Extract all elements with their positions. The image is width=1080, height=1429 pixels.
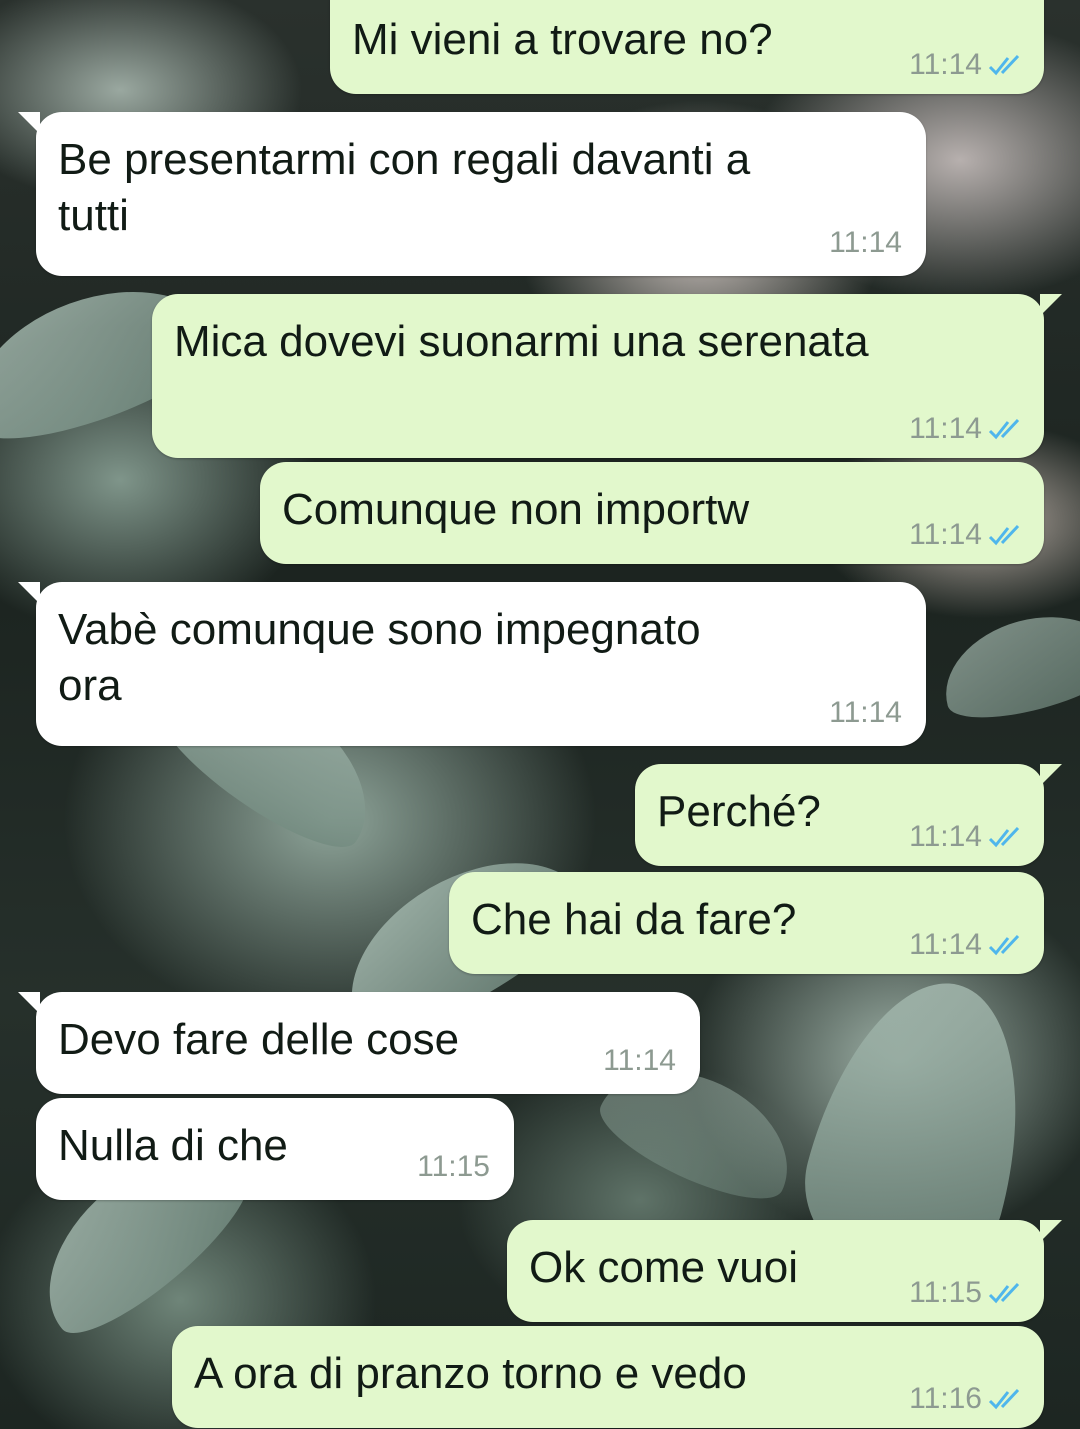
message-time: 11:14 [829, 226, 902, 259]
double-check-icon [988, 1388, 1020, 1410]
message-bubble-incoming[interactable]: Be presentarmi con regali davanti a tutt… [18, 112, 926, 276]
message-meta: 11:14 [909, 412, 1026, 446]
message-meta: 11:14 [909, 518, 1026, 552]
message-bubble-outgoing[interactable]: Comunque non importw 11:14 [260, 462, 1044, 564]
double-check-icon [988, 54, 1020, 76]
message-time: 11:14 [909, 412, 982, 445]
message-meta: 11:14 [909, 48, 1026, 82]
message-text: Vabè comunque sono impegnato ora [58, 605, 701, 710]
double-check-icon [988, 418, 1020, 440]
message-time: 11:16 [909, 1382, 982, 1415]
message-time: 11:14 [909, 820, 982, 853]
message-bubble-outgoing[interactable]: Mi vieni a trovare no? 11:14 [330, 0, 1044, 94]
double-check-icon [988, 826, 1020, 848]
message-text: Ok come vuoi [529, 1243, 798, 1292]
message-bubble-outgoing[interactable]: A ora di pranzo torno e vedo 11:16 [172, 1326, 1044, 1428]
message-time: 11:15 [417, 1150, 490, 1183]
message-meta: 11:14 [909, 928, 1026, 962]
message-meta: 11:16 [909, 1382, 1026, 1416]
double-check-icon [988, 524, 1020, 546]
message-meta: 11:14 [603, 1044, 676, 1078]
message-text: Mica dovevi suonarmi una serenata [174, 317, 869, 366]
message-bubble-incoming[interactable]: Nulla di che 11:15 [36, 1098, 514, 1200]
message-time: 11:14 [603, 1044, 676, 1077]
message-bubble-incoming[interactable]: Vabè comunque sono impegnato ora 11:14 [18, 582, 926, 746]
message-time: 11:14 [829, 696, 902, 729]
message-time: 11:14 [909, 48, 982, 81]
message-time: 11:15 [909, 1276, 982, 1309]
wallpaper-leaf [931, 598, 1080, 732]
message-text: Nulla di che [58, 1121, 288, 1170]
message-bubble-outgoing[interactable]: Mica dovevi suonarmi una serenata 11:14 [152, 294, 1062, 458]
message-text: Che hai da fare? [471, 895, 797, 944]
message-text: Devo fare delle cose [58, 1015, 460, 1064]
message-text: A ora di pranzo torno e vedo [194, 1349, 747, 1398]
message-meta: 11:15 [909, 1276, 1026, 1310]
message-text: Be presentarmi con regali davanti a tutt… [58, 135, 751, 240]
message-bubble-outgoing[interactable]: Perché? 11:14 [635, 764, 1062, 866]
double-check-icon [988, 934, 1020, 956]
message-bubble-outgoing[interactable]: Che hai da fare? 11:14 [449, 872, 1044, 974]
message-text: Comunque non importw [282, 485, 750, 534]
message-time: 11:14 [909, 928, 982, 961]
message-bubble-incoming[interactable]: Devo fare delle cose 11:14 [18, 992, 700, 1094]
double-check-icon [988, 1282, 1020, 1304]
message-meta: 11:14 [909, 820, 1026, 854]
message-text: Perché? [657, 787, 821, 836]
message-meta: 11:14 [829, 226, 902, 260]
message-time: 11:14 [909, 518, 982, 551]
message-bubble-outgoing[interactable]: Ok come vuoi 11:15 [507, 1220, 1062, 1322]
message-text: Mi vieni a trovare no? [352, 15, 773, 64]
message-meta: 11:15 [417, 1150, 490, 1184]
message-meta: 11:14 [829, 696, 902, 730]
